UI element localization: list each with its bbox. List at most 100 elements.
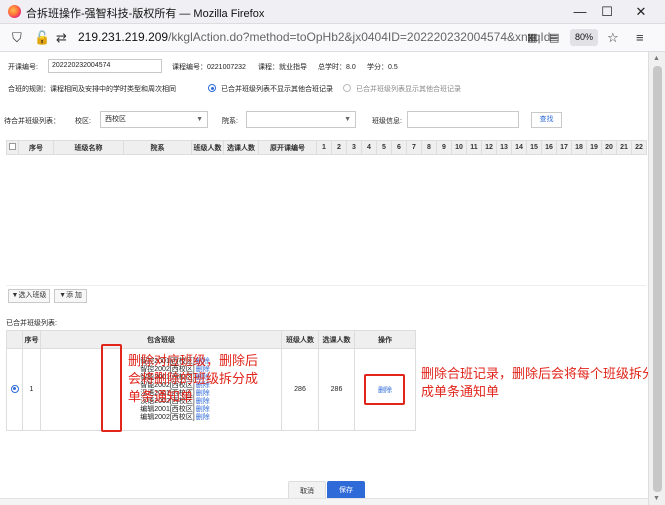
- column-header: 班级名称: [53, 140, 124, 155]
- scroll-down-icon[interactable]: ▼: [653, 495, 660, 502]
- class-count: 286: [281, 348, 319, 431]
- scrollbar-thumb[interactable]: [653, 66, 662, 492]
- total-hours: 总学时：8.0: [318, 64, 356, 71]
- column-header: [6, 330, 23, 349]
- column-header: 班级人数: [191, 140, 224, 155]
- column-header: 操作: [354, 330, 416, 349]
- week-column-header: 10: [451, 140, 467, 155]
- bookmark-star-icon[interactable]: ☆: [607, 30, 619, 46]
- pending-table-body: [6, 155, 646, 286]
- class-name: 编辑2001[西校区]: [140, 405, 195, 413]
- week-column-header: 3: [346, 140, 362, 155]
- chevron-down-icon: ▼: [196, 116, 203, 123]
- week-column-header: 1: [316, 140, 332, 155]
- dept-label: 院系:: [222, 118, 238, 125]
- week-column-header: 15: [526, 140, 542, 155]
- week-column-header: 8: [421, 140, 437, 155]
- scroll-up-icon[interactable]: ▲: [653, 55, 660, 62]
- url-host: 219.231.219.209: [78, 30, 169, 44]
- window-titlebar: 合拆班操作-强智科技-版权所有 — Mozilla Firefox — ☐ ✕: [0, 0, 665, 24]
- week-column-header: 14: [511, 140, 527, 155]
- campus-label: 校区:: [75, 118, 91, 125]
- merged-list-label: 已合并班级列表:: [6, 320, 57, 327]
- selected-count: 286: [318, 348, 355, 431]
- class-info-input[interactable]: [407, 111, 519, 128]
- week-column-header: 16: [541, 140, 557, 155]
- course-number: 课程编号：0221007232: [172, 64, 246, 71]
- column-header: 原开课编号: [258, 140, 317, 155]
- column-header: 序号: [22, 330, 41, 349]
- page-content: 开课编号: 202220232004574 课程编号：0221007232 课程…: [0, 52, 655, 505]
- radio-hide-other-records[interactable]: [208, 84, 216, 92]
- week-column-header: 2: [331, 140, 347, 155]
- table-header-row: 序号 班级名称 院系 班级人数 选课人数 原开课编号 1 2 3 4 5 6 7…: [6, 140, 647, 155]
- week-column-header: 12: [481, 140, 497, 155]
- campus-select[interactable]: 西校区 ▼: [100, 111, 208, 128]
- menu-icon[interactable]: ≡: [636, 30, 644, 46]
- chevron-down-icon: ▼: [344, 116, 351, 123]
- row-radio[interactable]: [10, 384, 19, 393]
- credits: 学分：0.5: [367, 64, 398, 71]
- zoom-level[interactable]: 80%: [570, 29, 598, 46]
- vertical-scrollbar[interactable]: ▲ ▼: [648, 52, 665, 505]
- radio-show-other-records[interactable]: [343, 84, 351, 92]
- column-header: 包含班级: [40, 330, 282, 349]
- week-column-header: 4: [361, 140, 377, 155]
- select-class-button[interactable]: ▼选入班级: [8, 289, 50, 303]
- column-header: 序号: [18, 140, 54, 155]
- reader-view-icon[interactable]: ▤: [549, 30, 559, 46]
- course-code-field[interactable]: 202220232004574: [48, 59, 162, 73]
- annotation-left: 删除对应班级，删除后会将删除的班级拆分成单条通知单: [128, 353, 259, 404]
- annotation-right: 删除合班记录，删除后会将每个班级拆分成单条通知单: [421, 366, 656, 399]
- column-header: 班级人数: [281, 330, 319, 349]
- column-header: 院系: [123, 140, 192, 155]
- week-column-header: 19: [586, 140, 602, 155]
- row-radio-cell[interactable]: [6, 348, 23, 431]
- highlight-box-merge-delete: [364, 374, 405, 405]
- site-permissions-icon[interactable]: ⇄: [56, 30, 67, 46]
- week-column-header: 5: [376, 140, 392, 155]
- dept-select[interactable]: ▼: [246, 111, 356, 128]
- week-column-header: 18: [571, 140, 587, 155]
- week-column-header: 17: [556, 140, 572, 155]
- column-header: 选课人数: [223, 140, 259, 155]
- shield-icon[interactable]: ⛉: [12, 30, 22, 46]
- week-column-header: 7: [406, 140, 422, 155]
- week-column-header: 20: [601, 140, 617, 155]
- class-name: 编辑2002[西校区]: [140, 413, 195, 421]
- column-header: 选课人数: [318, 330, 355, 349]
- pending-list-label: 待合并班级列表：: [4, 118, 60, 125]
- week-column-header: 11: [466, 140, 482, 155]
- class-info-label: 班级信息:: [372, 118, 402, 125]
- table-header-row: 序号 包含班级 班级人数 选课人数 操作: [6, 330, 416, 349]
- lock-icon[interactable]: 🔓: [34, 30, 50, 46]
- option-hide-label: 已合并班级列表不显示其他合班记录: [221, 86, 333, 93]
- week-column-header: 22: [631, 140, 647, 155]
- qr-code-icon[interactable]: ▦: [527, 30, 537, 46]
- url-path: /kkglAction.do?method=toOpHb2&jx0404ID=2…: [168, 30, 558, 44]
- firefox-icon: [8, 5, 21, 18]
- maximize-button[interactable]: ☐: [597, 3, 617, 21]
- url-field[interactable]: 219.231.219.209/kkglAction.do?method=toO…: [78, 30, 557, 44]
- highlight-box-class-delete: [101, 344, 122, 432]
- course-code-label: 开课编号:: [8, 64, 38, 71]
- week-column-header: 13: [496, 140, 512, 155]
- bottom-toolbar: [0, 498, 648, 505]
- option-show-label: 已合并班级列表显示其他合班记录: [356, 86, 461, 93]
- close-button[interactable]: ✕: [631, 3, 651, 21]
- minimize-button[interactable]: —: [570, 3, 590, 21]
- campus-value: 西校区: [105, 116, 126, 123]
- add-button[interactable]: ▼添 加: [54, 289, 87, 303]
- course-name: 课程：就业指导: [258, 64, 307, 71]
- week-column-header: 21: [616, 140, 632, 155]
- week-column-header: 6: [391, 140, 407, 155]
- delete-class-link[interactable]: 删除: [196, 414, 210, 421]
- pending-class-table: 序号 班级名称 院系 班级人数 选课人数 原开课编号 1 2 3 4 5 6 7…: [6, 140, 647, 155]
- merge-rule-label: 合班的规则：课程相同及安排中的学时类型和周次相同: [8, 86, 176, 93]
- url-bar: ⛉ 🔓 ⇄ 219.231.219.209/kkglAction.do?meth…: [0, 24, 665, 52]
- delete-class-link[interactable]: 删除: [196, 406, 210, 413]
- select-all-checkbox[interactable]: [6, 140, 19, 155]
- search-button[interactable]: 查找: [531, 112, 562, 128]
- row-index: 1: [22, 348, 41, 431]
- window-title: 合拆班操作-强智科技-版权所有 — Mozilla Firefox: [26, 8, 265, 20]
